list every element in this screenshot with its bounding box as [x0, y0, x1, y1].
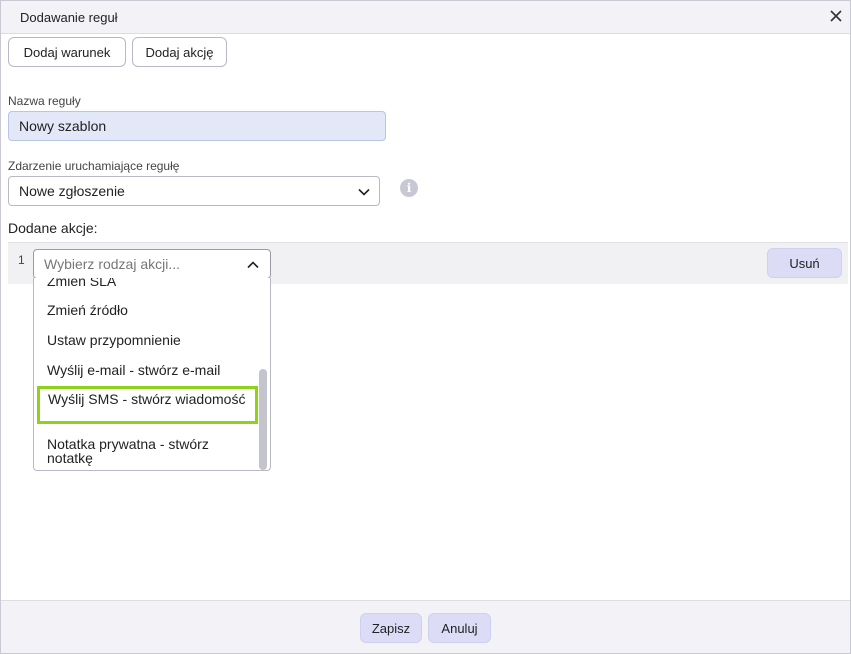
add-action-button[interactable]: Dodaj akcję	[132, 37, 227, 67]
trigger-select-value: Nowe zgłoszenie	[19, 183, 125, 199]
dialog-footer: Zapisz Anuluj	[1, 600, 850, 653]
chevron-up-icon	[247, 261, 259, 269]
dialog-title: Dodawanie reguł	[20, 10, 118, 25]
trigger-label: Zdarzenie uruchamiające regułę	[8, 159, 180, 173]
added-actions-label: Dodane akcje:	[8, 220, 98, 236]
dropdown-option[interactable]: Ustaw przypomnienie	[47, 333, 181, 347]
close-icon[interactable]	[828, 8, 844, 24]
dropdown-option[interactable]: Wyślij e-mail - stwórz e-mail	[47, 363, 220, 377]
info-icon[interactable]: i	[400, 179, 418, 197]
cancel-button[interactable]: Anuluj	[428, 613, 491, 643]
action-type-dropdown: Zmień SLA Zmień źródło Ustaw przypomnien…	[33, 278, 271, 471]
action-type-select[interactable]: Wybierz rodzaj akcji...	[33, 249, 271, 279]
trigger-select[interactable]: Nowe zgłoszenie	[8, 176, 380, 206]
chevron-down-icon	[358, 188, 370, 196]
rule-dialog: Dodawanie reguł Dodaj warunek Dodaj akcj…	[0, 0, 851, 654]
dropdown-option[interactable]: Zmień źródło	[47, 303, 128, 317]
action-row-number: 1	[18, 253, 25, 267]
rule-name-label: Nazwa reguły	[8, 94, 81, 108]
remove-action-button[interactable]: Usuń	[767, 248, 842, 278]
action-type-placeholder: Wybierz rodzaj akcji...	[44, 256, 181, 272]
save-button[interactable]: Zapisz	[360, 613, 422, 643]
dropdown-option[interactable]: Notatka prywatna - stwórz notatkę	[47, 437, 252, 465]
add-condition-button[interactable]: Dodaj warunek	[8, 37, 126, 67]
dropdown-option[interactable]: Zmień SLA	[47, 278, 116, 288]
dropdown-option-highlighted[interactable]: Wyślij SMS - stwórz wiadomość	[37, 386, 258, 424]
rule-name-input[interactable]: Nowy szablon	[8, 111, 386, 141]
dropdown-scrollbar[interactable]	[259, 369, 267, 470]
dialog-titlebar: Dodawanie reguł	[1, 1, 850, 34]
